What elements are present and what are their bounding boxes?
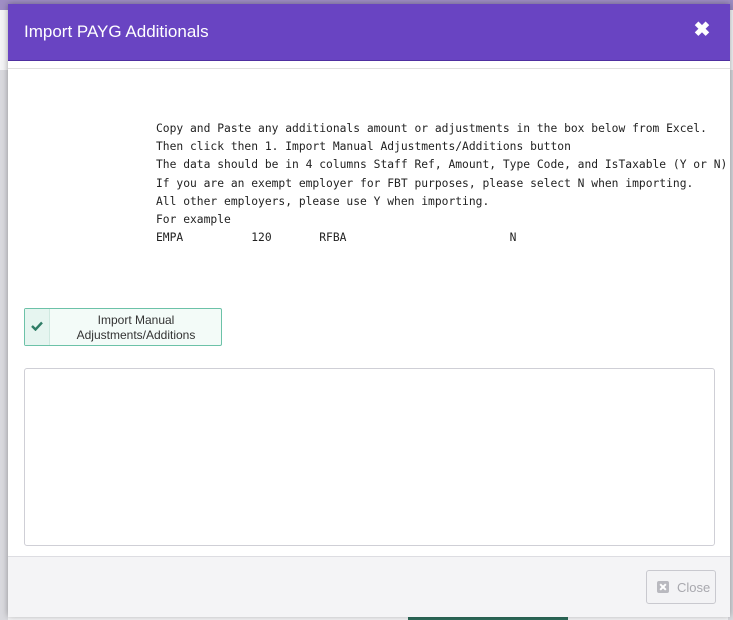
paste-textarea[interactable] — [24, 368, 715, 546]
modal-header: Import PAYG Additionals ✖ — [8, 4, 730, 61]
close-button[interactable]: Close — [646, 570, 716, 604]
import-payg-modal: Import PAYG Additionals ✖ Copy and Paste… — [8, 4, 730, 617]
modal-body: Copy and Paste any additionals amount or… — [8, 68, 730, 556]
modal-title: Import PAYG Additionals — [24, 22, 209, 41]
check-icon — [25, 309, 50, 345]
close-icon[interactable]: ✖ — [692, 18, 712, 42]
import-button-label: Import Manual Adjustments/Additions — [76, 313, 196, 342]
modal-footer: Close — [8, 556, 730, 617]
import-manual-adjustments-button[interactable]: Import Manual Adjustments/Additions — [24, 308, 222, 346]
import-instructions: Copy and Paste any additionals amount or… — [156, 122, 728, 245]
background-edge-left — [0, 70, 8, 620]
close-button-label: Close — [677, 580, 711, 595]
close-square-icon — [657, 581, 669, 593]
